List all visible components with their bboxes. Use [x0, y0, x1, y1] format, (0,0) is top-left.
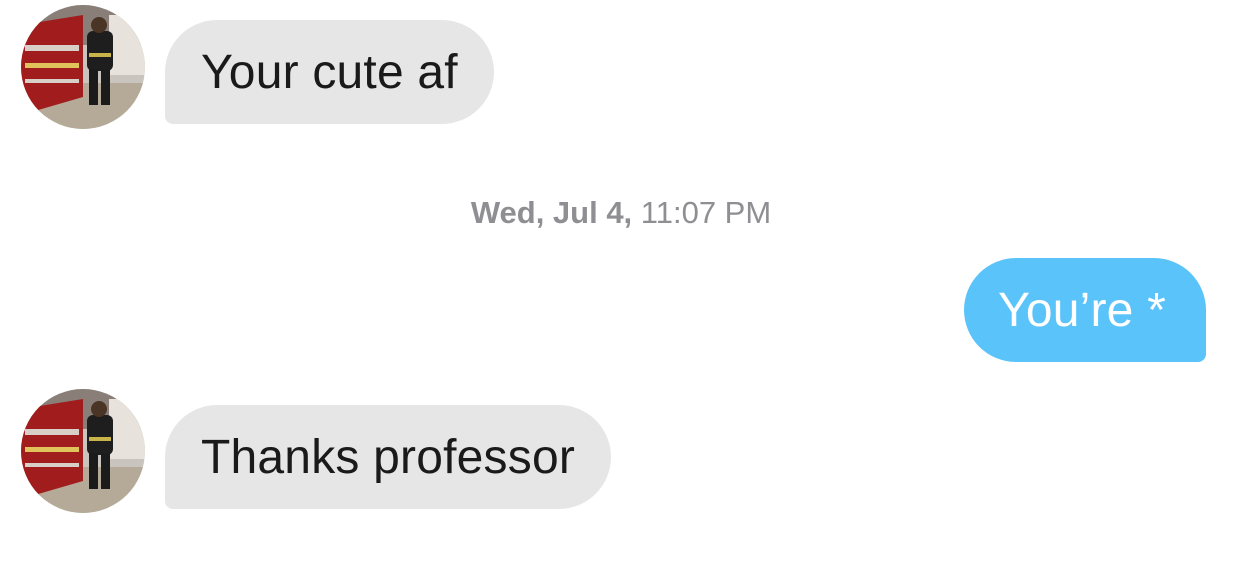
- avatar-photo: [21, 5, 145, 129]
- timestamp-time: 11:07 PM: [640, 195, 772, 230]
- message-text: Thanks professor: [201, 430, 576, 484]
- message-bubble-outgoing[interactable]: You’re *: [964, 258, 1206, 362]
- avatar[interactable]: [21, 5, 145, 129]
- message-bubble-incoming[interactable]: Thanks professor: [165, 405, 612, 509]
- message-bubble-incoming[interactable]: Your cute af: [165, 20, 494, 124]
- timestamp-day: Wed, Jul 4,: [470, 195, 633, 230]
- avatar-photo: [21, 389, 145, 513]
- timestamp: Wed, Jul 4, 11:07 PM: [0, 195, 1242, 231]
- avatar[interactable]: [21, 389, 145, 513]
- message-text: Your cute af: [201, 45, 458, 99]
- message-text: You’re *: [998, 283, 1166, 337]
